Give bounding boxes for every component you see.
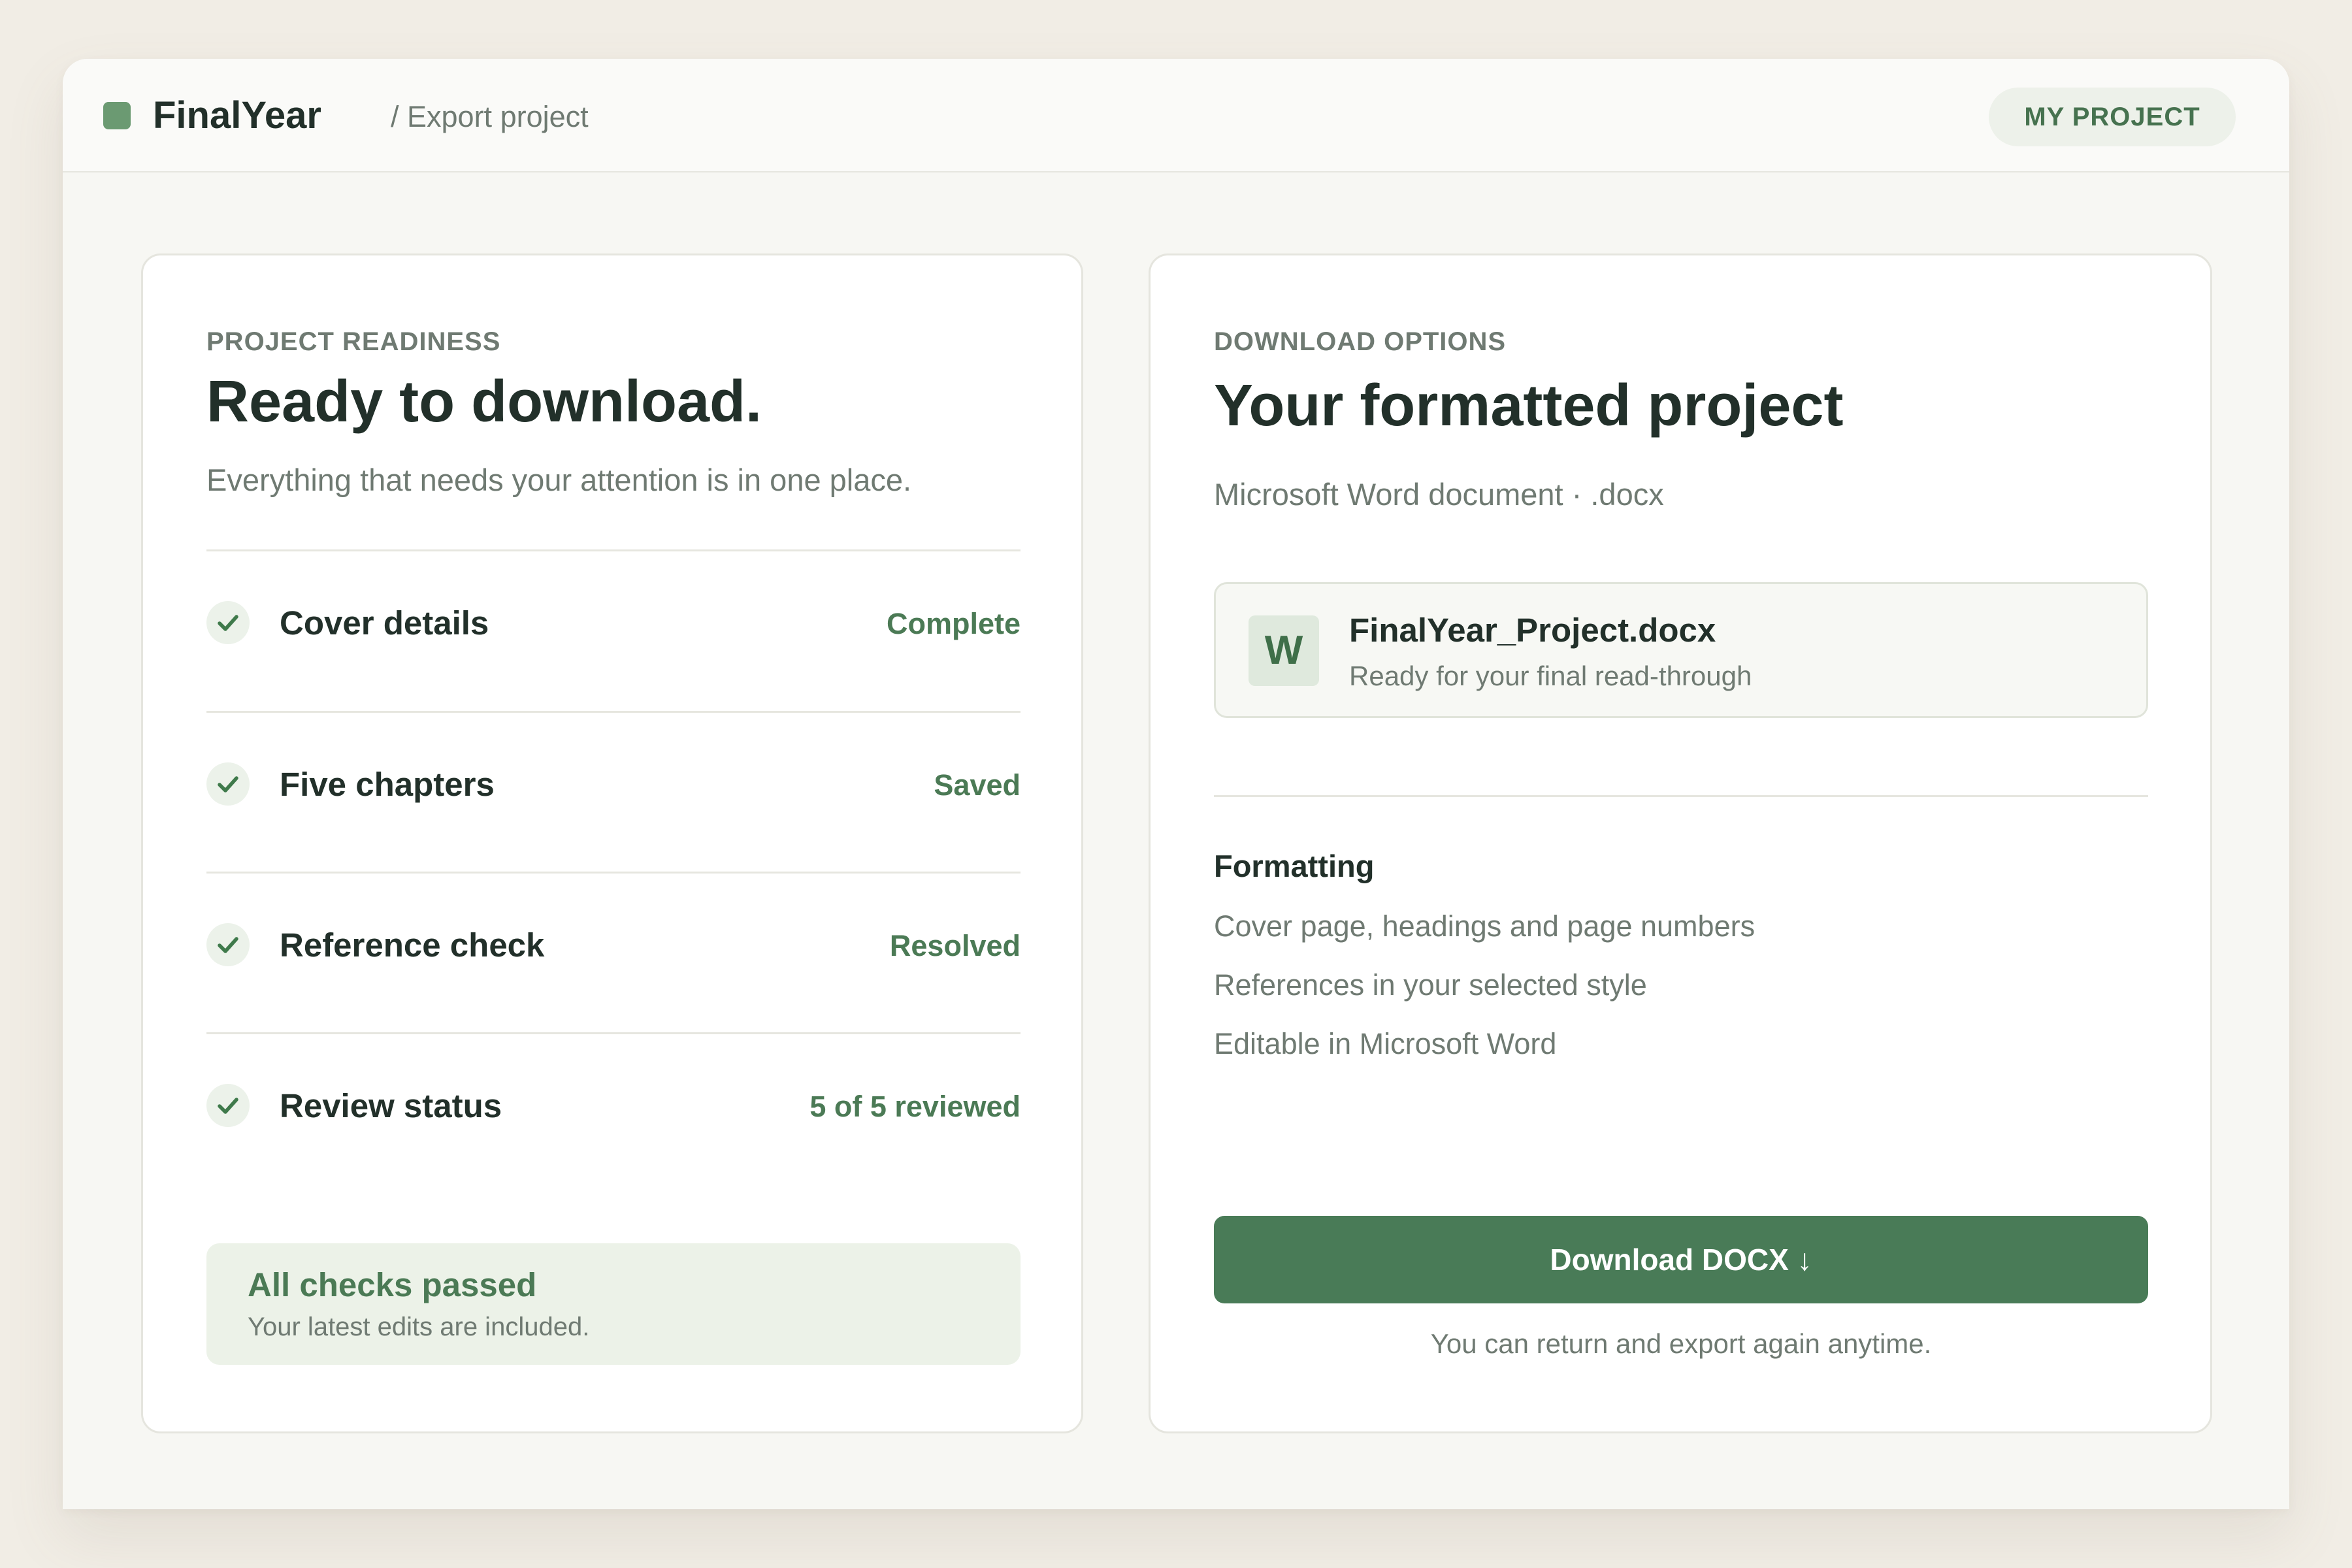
brand-name[interactable]: FinalYear (153, 93, 321, 139)
download-title: Your formatted project (1214, 373, 1844, 438)
formatting-title: Formatting (1214, 849, 1375, 883)
download-options-card: DOWNLOAD OPTIONS Your formatted project … (1149, 253, 2212, 1433)
readiness-subtitle: Everything that needs your attention is … (206, 463, 912, 497)
checklist-status: 5 of 5 reviewed (809, 1090, 1021, 1123)
export-again-note: You can return and export again anytime. (1430, 1328, 1932, 1359)
check-icon (206, 762, 250, 806)
app-window: FinalYear / Export project MY PROJECT PR… (63, 59, 2289, 1509)
checklist-item-review-status: Review status 5 of 5 reviewed (206, 1034, 1021, 1194)
check-icon (206, 1084, 250, 1127)
my-project-button[interactable]: MY PROJECT (1989, 88, 2236, 146)
file-type-subtitle: Microsoft Word document · .docx (1214, 477, 1664, 512)
breadcrumb: / Export project (391, 100, 589, 133)
formatting-item: Editable in Microsoft Word (1214, 1027, 1557, 1060)
divider (1214, 795, 2148, 797)
checklist-label: Cover details (280, 604, 489, 642)
file-status: Ready for your final read-through (1349, 661, 1752, 691)
check-icon (206, 923, 250, 966)
file-name: FinalYear_Project.docx (1349, 612, 1716, 649)
file-preview: W FinalYear_Project.docx Ready for your … (1214, 582, 2148, 718)
formatting-item: References in your selected style (1214, 968, 1647, 1002)
checklist-label: Review status (280, 1087, 502, 1124)
checklist-item-five-chapters: Five chapters Saved (206, 713, 1021, 872)
readiness-eyebrow: PROJECT READINESS (206, 327, 501, 356)
logo-icon (103, 102, 131, 129)
project-readiness-card: PROJECT READINESS Ready to download. Eve… (141, 253, 1083, 1433)
all-checks-passed-banner: All checks passed Your latest edits are … (206, 1243, 1021, 1365)
checklist-status: Saved (934, 768, 1021, 802)
checklist-status: Resolved (889, 929, 1021, 962)
checklist-status: Complete (886, 607, 1021, 640)
readiness-title: Ready to download. (206, 369, 762, 434)
top-bar: FinalYear / Export project MY PROJECT (63, 59, 2289, 172)
checklist-item-cover-details: Cover details Complete (206, 551, 1021, 711)
checklist-item-reference-check: Reference check Resolved (206, 874, 1021, 1033)
formatting-item: Cover page, headings and page numbers (1214, 909, 1756, 943)
download-docx-button[interactable]: Download DOCX ↓ (1214, 1216, 2148, 1303)
word-document-icon: W (1249, 615, 1319, 686)
summary-title: All checks passed (248, 1266, 537, 1303)
check-icon (206, 601, 250, 644)
checklist-label: Reference check (280, 926, 545, 964)
download-eyebrow: DOWNLOAD OPTIONS (1214, 327, 1507, 356)
checklist-label: Five chapters (280, 766, 495, 803)
summary-subtitle: Your latest edits are included. (248, 1313, 590, 1341)
